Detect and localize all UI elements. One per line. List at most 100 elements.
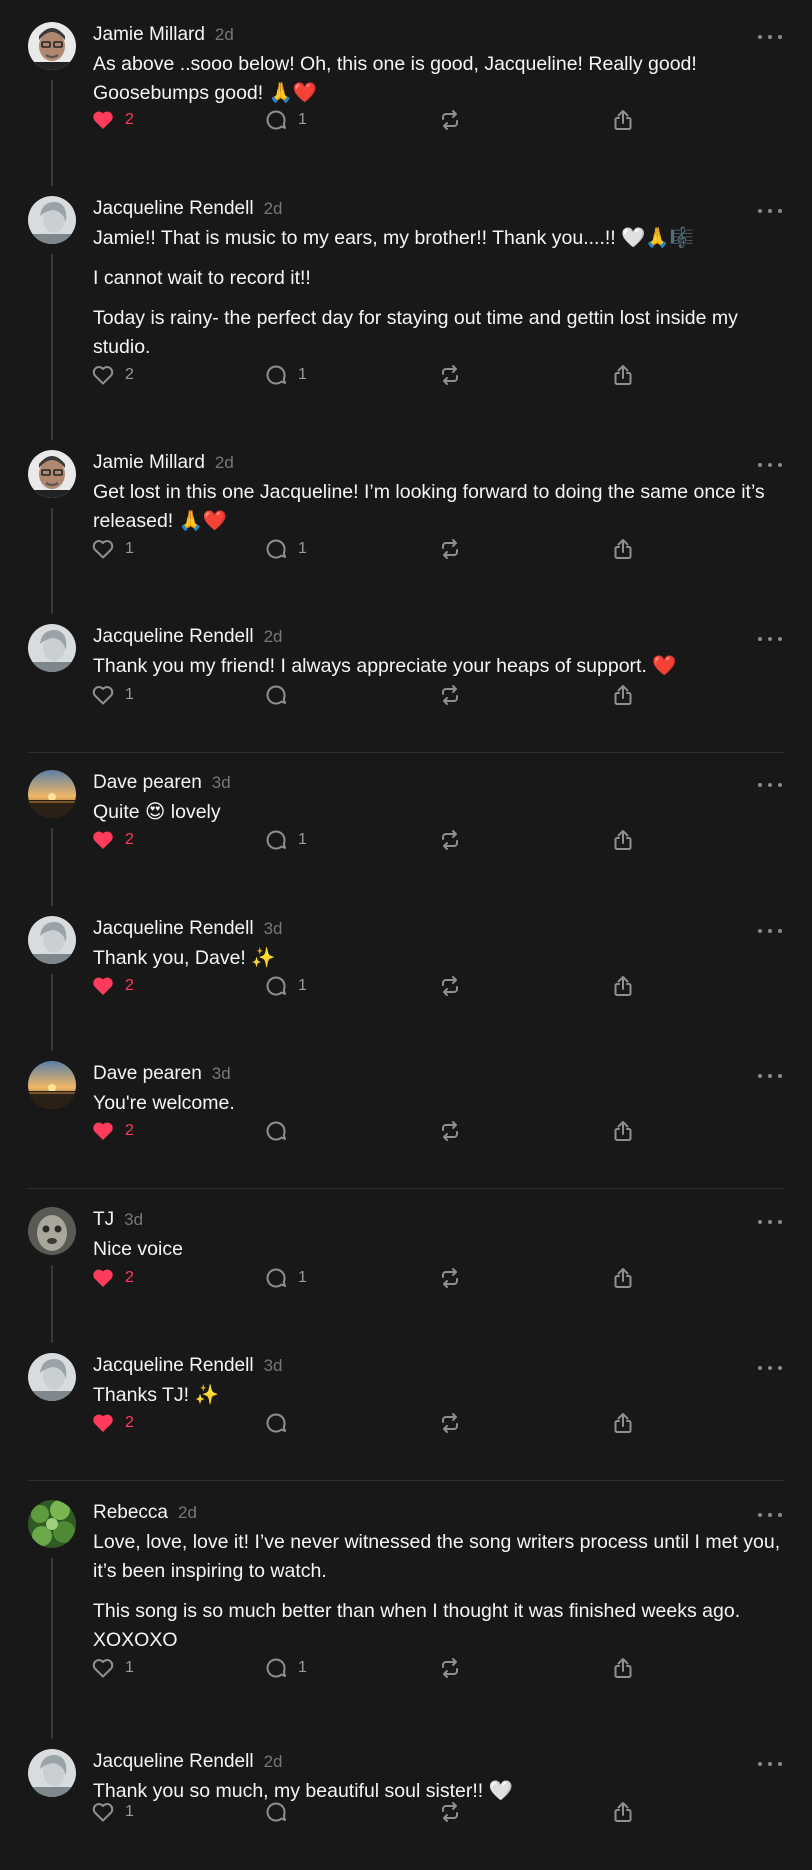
repost-button[interactable] (438, 1792, 462, 1832)
more-icon[interactable] (758, 635, 782, 643)
repost-button[interactable] (438, 100, 462, 140)
more-icon[interactable] (758, 1072, 782, 1080)
like-button[interactable]: 2 (91, 966, 134, 1006)
heart-icon (91, 1800, 115, 1824)
repost-icon (438, 537, 462, 561)
share-icon (611, 1411, 635, 1435)
reply-button[interactable] (264, 675, 288, 715)
thread-divider (28, 1480, 785, 1481)
post-text-paragraph: I cannot wait to record it!! (93, 267, 311, 289)
repost-button[interactable] (438, 355, 462, 395)
more-icon[interactable] (758, 1760, 782, 1768)
post-timestamp: 3d (211, 773, 231, 792)
reply-button[interactable]: 1 (264, 1258, 307, 1298)
share-button[interactable] (611, 100, 635, 140)
post-text: Love, love, love it! I’ve never witnesse… (93, 1528, 784, 1655)
author-name[interactable]: Jamie Millard (93, 24, 205, 46)
more-icon[interactable] (758, 1511, 782, 1519)
comment-icon (264, 108, 288, 132)
reply-button[interactable]: 1 (264, 529, 307, 569)
author-name[interactable]: Jacqueline Rendell (93, 1355, 254, 1377)
repost-button[interactable] (438, 820, 462, 860)
author-name[interactable]: Jacqueline Rendell (93, 626, 254, 648)
share-button[interactable] (611, 1403, 635, 1443)
reply-button[interactable] (264, 1403, 288, 1443)
repost-icon (438, 974, 462, 998)
like-button[interactable]: 2 (91, 820, 134, 860)
post-actions: 2 (91, 1403, 751, 1443)
likes-count: 1 (125, 1659, 134, 1676)
reply-button[interactable]: 1 (264, 820, 307, 860)
repost-button[interactable] (438, 1403, 462, 1443)
heart-icon (91, 1656, 115, 1680)
replies-count: 1 (298, 366, 307, 383)
more-icon[interactable] (758, 927, 782, 935)
share-button[interactable] (611, 675, 635, 715)
post-actions: 21 (91, 355, 751, 395)
author-name[interactable]: Jacqueline Rendell (93, 918, 254, 940)
reply-button[interactable]: 1 (264, 100, 307, 140)
repost-button[interactable] (438, 675, 462, 715)
share-button[interactable] (611, 820, 635, 860)
post-timestamp: 2d (178, 1503, 197, 1522)
more-icon[interactable] (758, 33, 782, 41)
reply-button[interactable]: 1 (264, 355, 307, 395)
repost-icon (438, 1800, 462, 1824)
share-button[interactable] (611, 529, 635, 569)
more-icon[interactable] (758, 1364, 782, 1372)
repost-button[interactable] (438, 1111, 462, 1151)
heart-icon (91, 108, 115, 132)
reply-button[interactable] (264, 1792, 288, 1832)
author-name[interactable]: Dave pearen (93, 1063, 202, 1085)
post-actions: 2 (91, 1111, 751, 1151)
repost-button[interactable] (438, 529, 462, 569)
share-button[interactable] (611, 966, 635, 1006)
author-name[interactable]: Jacqueline Rendell (93, 198, 254, 220)
comment-icon (264, 828, 288, 852)
share-button[interactable] (611, 1258, 635, 1298)
heart-icon (91, 1411, 115, 1435)
like-button[interactable]: 1 (91, 1648, 134, 1688)
like-button[interactable]: 1 (91, 1792, 134, 1832)
like-button[interactable]: 2 (91, 1111, 134, 1151)
author-name[interactable]: TJ (93, 1209, 114, 1231)
like-button[interactable]: 1 (91, 675, 134, 715)
thread-connector-line (51, 974, 53, 1051)
likes-count: 1 (125, 540, 134, 557)
like-button[interactable]: 1 (91, 529, 134, 569)
reply-button[interactable]: 1 (264, 966, 307, 1006)
like-button[interactable]: 2 (91, 1403, 134, 1443)
more-icon[interactable] (758, 461, 782, 469)
thread-divider (28, 752, 785, 753)
like-button[interactable]: 2 (91, 355, 134, 395)
repost-button[interactable] (438, 1648, 462, 1688)
more-icon[interactable] (758, 207, 782, 215)
post-timestamp: 2d (263, 1752, 283, 1771)
author-name[interactable]: Jacqueline Rendell (93, 1751, 254, 1773)
like-button[interactable]: 2 (91, 1258, 134, 1298)
repost-icon (438, 1266, 462, 1290)
share-icon (611, 363, 635, 387)
share-button[interactable] (611, 1648, 635, 1688)
post-header: Jacqueline Rendell 3d (93, 914, 784, 944)
comment-icon (264, 683, 288, 707)
post-header: Jacqueline Rendell 2d (93, 194, 784, 224)
share-button[interactable] (611, 1111, 635, 1151)
author-name[interactable]: Rebecca (93, 1502, 168, 1524)
more-icon[interactable] (758, 781, 782, 789)
like-button[interactable]: 2 (91, 100, 134, 140)
post-header: Jacqueline Rendell 2d (93, 622, 784, 652)
heart-icon (91, 683, 115, 707)
author-name[interactable]: Jamie Millard (93, 452, 205, 474)
reply-button[interactable]: 1 (264, 1648, 307, 1688)
repost-button[interactable] (438, 1258, 462, 1298)
thread-connector-line (51, 1265, 53, 1343)
heart-icon (91, 1119, 115, 1143)
reply-button[interactable] (264, 1111, 288, 1151)
share-button[interactable] (611, 355, 635, 395)
share-button[interactable] (611, 1792, 635, 1832)
more-icon[interactable] (758, 1218, 782, 1226)
repost-button[interactable] (438, 966, 462, 1006)
post-header: Jamie Millard 2d (93, 20, 784, 50)
author-name[interactable]: Dave pearen (93, 772, 202, 794)
